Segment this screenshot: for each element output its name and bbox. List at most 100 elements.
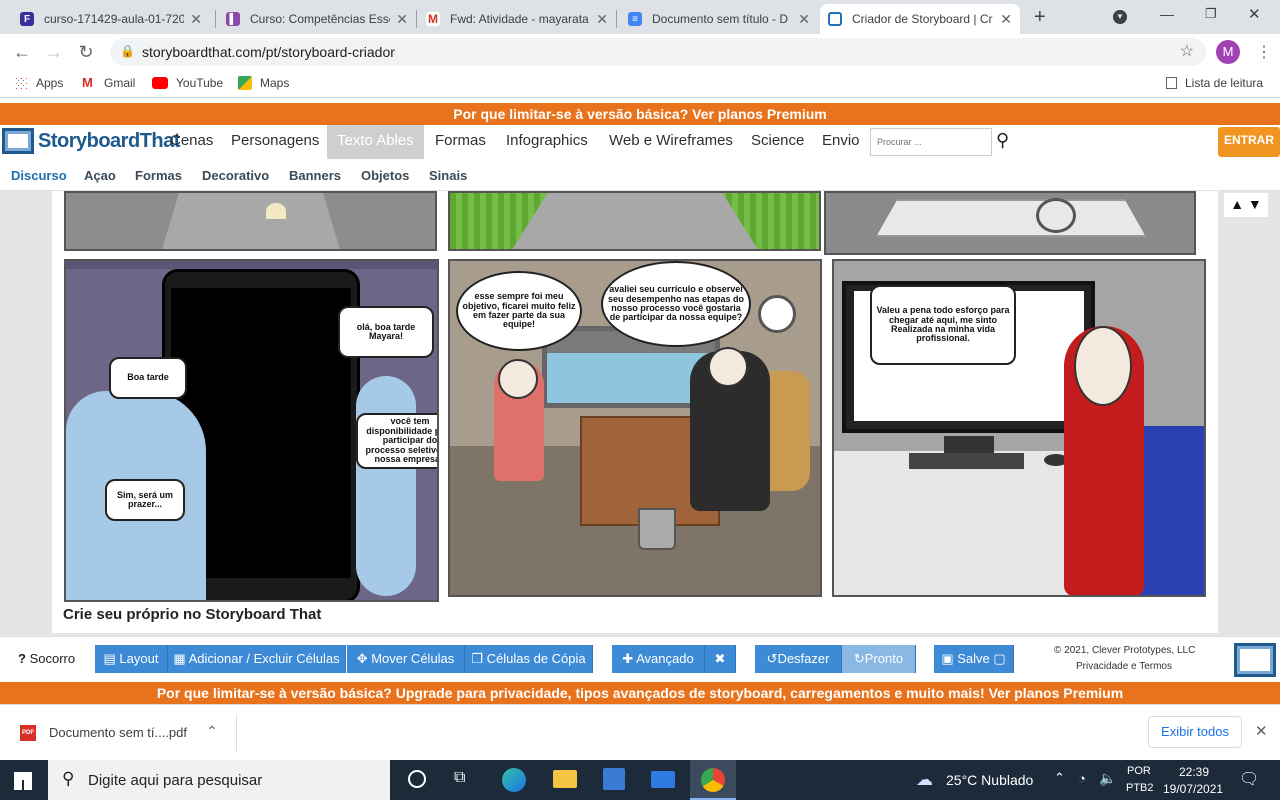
subnav-objetos[interactable]: Objetos [361, 168, 409, 183]
tab-3[interactable]: M Fwd: Atividade - mayarata ✕ [418, 4, 616, 34]
language-indicator[interactable]: POR [1127, 765, 1151, 777]
minimize-button[interactable]: — [1160, 6, 1174, 22]
show-all-button[interactable]: Exibir todos [1148, 716, 1242, 748]
new-tab-button[interactable]: + [1034, 6, 1046, 29]
windows-start-icon[interactable] [14, 772, 32, 790]
site-logo[interactable]: StoryboardThat [38, 130, 180, 153]
undo-button[interactable]: ↺Desfazer [755, 645, 842, 673]
close-icon[interactable]: ✕ [798, 11, 810, 28]
bookmark-maps[interactable]: Maps [238, 76, 289, 90]
panel-2[interactable] [448, 191, 821, 251]
layout-button[interactable]: ▤ Layout [95, 645, 168, 673]
clock-date[interactable]: 19/07/2021 [1163, 782, 1223, 796]
panel-3[interactable] [824, 191, 1196, 255]
panel-5[interactable]: esse sempre foi meu objetivo, ficarei mu… [448, 259, 822, 597]
back-arrow-icon[interactable]: ← [12, 42, 32, 62]
profile-avatar[interactable]: M [1216, 40, 1240, 64]
volume-icon[interactable]: 🔈 [1099, 770, 1116, 787]
weather-text[interactable]: 25°C Nublado [946, 772, 1033, 788]
create-your-own-link[interactable]: Crie seu próprio no Storyboard That [63, 606, 321, 623]
add-remove-cells-button[interactable]: ▦ Adicionar / Excluir Células [168, 645, 346, 673]
store-icon[interactable] [603, 768, 625, 790]
task-view-icon[interactable]: ⧉ [454, 769, 465, 787]
panel-4[interactable]: olá, boa tarde Mayara! Boa tarde você te… [64, 259, 439, 602]
close-icon[interactable]: ✕ [190, 11, 202, 28]
keyboard-layout[interactable]: PTB2 [1126, 782, 1154, 794]
bubble-disponibilidade[interactable]: você tem disponibilidade para participar… [356, 413, 437, 469]
bookmark-star-icon[interactable]: ☆ [1180, 41, 1194, 61]
bubble-boa-tarde[interactable]: Boa tarde [109, 357, 187, 399]
subnav-decorativo[interactable]: Decorativo [202, 168, 269, 183]
nav-envio[interactable]: Envio [812, 125, 870, 159]
save-button[interactable]: ▣ Salve ▢ [934, 645, 1014, 673]
nav-science[interactable]: Science [741, 125, 814, 159]
download-file-name[interactable]: Documento sem tí....pdf [49, 725, 187, 740]
restore-button[interactable]: ❐ [1205, 6, 1217, 22]
bubble-sim[interactable]: Sim, será um prazer... [105, 479, 185, 521]
redo-button[interactable]: ↻Pronto [842, 645, 916, 673]
nav-personagens[interactable]: Personagens [221, 125, 329, 159]
nav-cenas[interactable]: Cenas [160, 125, 223, 159]
search-icon[interactable]: ⚲ [996, 130, 1009, 151]
login-button[interactable]: ENTRAR [1218, 127, 1280, 157]
subnav-formas[interactable]: Formas [135, 168, 182, 183]
menu-dots-icon[interactable]: ⋮ [1256, 42, 1272, 62]
site-favicon-icon: ▌ [226, 12, 240, 26]
network-icon[interactable]: ◔ [1078, 771, 1086, 786]
storyboard-logo-icon[interactable] [2, 128, 34, 154]
clock-time[interactable]: 22:39 [1179, 765, 1209, 779]
cortana-icon[interactable] [408, 770, 426, 788]
scroll-arrows[interactable]: ▲ ▼ [1224, 193, 1268, 217]
panel-1[interactable] [64, 191, 437, 251]
search-input[interactable] [870, 128, 992, 156]
tab-1[interactable]: F curso-171429-aula-01-720 ✕ [12, 4, 210, 34]
privacy-link[interactable]: Privacidade e Termos [1076, 661, 1172, 672]
tab-4[interactable]: ≡ Documento sem título - D ✕ [620, 4, 818, 34]
close-icon[interactable]: ✕ [1000, 11, 1012, 28]
fullscreen-icon[interactable]: ✖ [705, 645, 736, 673]
tab-2[interactable]: ▌ Curso: Competências Esse ✕ [218, 4, 416, 34]
panel-6[interactable]: Valeu a pena todo esforço para chegar at… [832, 259, 1206, 597]
close-icon[interactable]: ✕ [596, 11, 608, 28]
bookmark-youtube[interactable]: YouTube [152, 76, 223, 90]
premium-banner-top[interactable]: Por que limitar-se à versão básica? Ver … [0, 103, 1280, 125]
help-button[interactable]: ? Socorro [18, 651, 75, 666]
bubble-ola[interactable]: olá, boa tarde Mayara! [338, 306, 434, 358]
subnav-acao[interactable]: Açao [84, 168, 116, 183]
nav-infographics[interactable]: Infographics [496, 125, 598, 159]
omnibox[interactable]: 🔒 storyboardthat.com/pt/storyboard-criad… [110, 38, 1206, 66]
bookmark-apps[interactable]: Apps [14, 76, 63, 90]
tray-up-icon[interactable]: ⌃ [1054, 770, 1065, 786]
chrome-taskbar-button[interactable] [690, 760, 736, 800]
subnav-banners[interactable]: Banners [289, 168, 341, 183]
tab-search-icon[interactable]: ▼ [1113, 10, 1127, 24]
reading-list[interactable]: Lista de leitura [1166, 76, 1263, 90]
file-explorer-icon[interactable] [553, 770, 577, 788]
nav-web-wireframes[interactable]: Web e Wireframes [599, 125, 743, 159]
close-icon[interactable]: ✕ [396, 11, 408, 28]
close-window-button[interactable]: ✕ [1248, 5, 1261, 23]
advanced-button[interactable]: ✚ Avançado [612, 645, 705, 673]
mail-icon[interactable] [651, 771, 675, 788]
forward-arrow-icon[interactable]: → [44, 42, 64, 62]
nav-formas[interactable]: Formas [425, 125, 496, 159]
close-icon[interactable]: ✕ [1255, 722, 1268, 740]
move-cells-button[interactable]: ✥ Mover Células [347, 645, 465, 673]
premium-banner-bottom[interactable]: Por que limitar-se à versão básica? Upgr… [0, 682, 1280, 704]
nav-texto-ables[interactable]: Texto Ables [327, 125, 424, 159]
url-text[interactable]: storyboardthat.com/pt/storyboard-criador [142, 44, 395, 60]
tab-5-active[interactable]: Criador de Storyboard | Cr ✕ [820, 4, 1020, 34]
taskbar-search[interactable]: ⚲ Digite aqui para pesquisar [48, 760, 390, 800]
subnav-sinais[interactable]: Sinais [429, 168, 467, 183]
chevron-up-icon[interactable]: ⌃ [206, 723, 218, 740]
bookmark-gmail[interactable]: M Gmail [82, 76, 135, 91]
bubble-valeu[interactable]: Valeu a pena todo esforço para chegar at… [870, 285, 1016, 365]
man-character [690, 347, 770, 511]
subnav-discurso[interactable]: Discurso [11, 168, 67, 183]
copy-cells-button[interactable]: ❐ Células de Cópia [465, 645, 593, 673]
edge-icon[interactable] [502, 768, 526, 792]
reload-icon[interactable]: ↻ [76, 42, 96, 62]
bubble-objetivo[interactable]: esse sempre foi meu objetivo, ficarei mu… [456, 271, 582, 351]
notification-icon[interactable]: 🗨 [1239, 769, 1259, 789]
bubble-curriculo[interactable]: avaliei seu currículo e observei seu des… [601, 261, 751, 347]
